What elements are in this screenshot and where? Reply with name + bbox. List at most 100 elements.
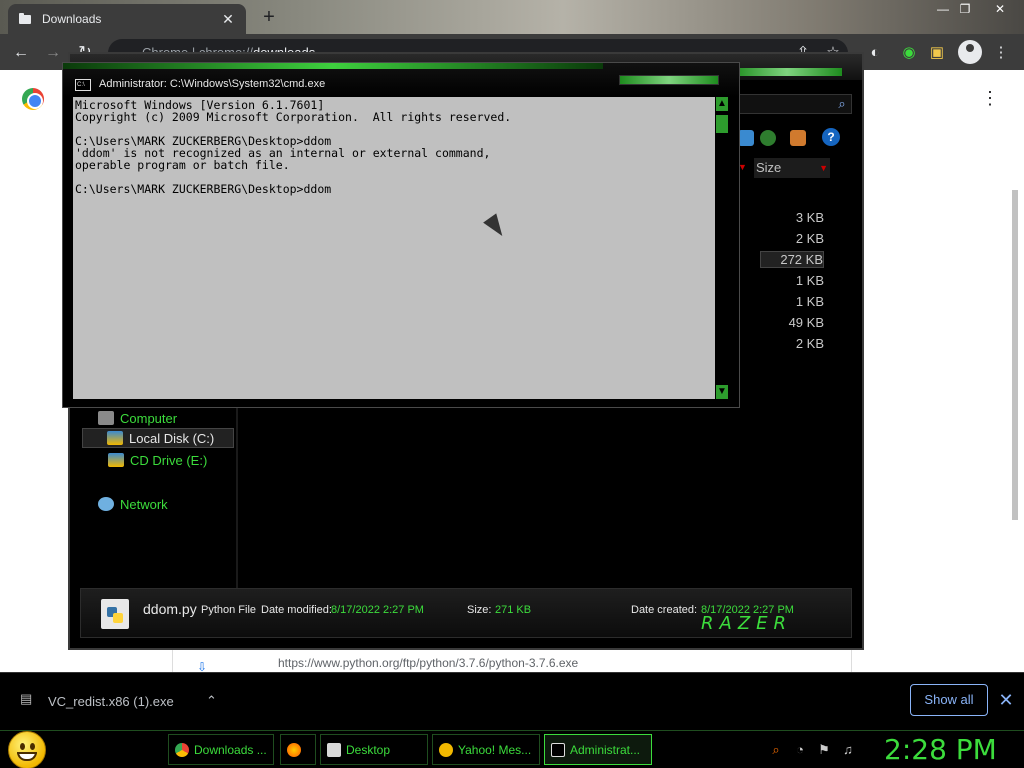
- chrome-tabstrip: Downloads ✕ + — ❐ ✕: [0, 0, 1024, 34]
- nav-label: Computer: [120, 410, 178, 426]
- chrome-icon: [175, 742, 189, 757]
- yahoo-messenger-icon: [439, 742, 453, 757]
- tab-downloads[interactable]: Downloads ✕: [8, 4, 246, 34]
- profile-avatar[interactable]: [958, 40, 982, 64]
- smiley-mouth: [17, 752, 37, 761]
- taskbar-clock[interactable]: 2:28 PM: [884, 733, 997, 766]
- exe-file-icon: ▤: [20, 691, 33, 706]
- python-file-icon: [101, 599, 129, 629]
- search-icon[interactable]: ⌕: [834, 96, 850, 112]
- details-file-type: Python File: [201, 604, 257, 616]
- file-size[interactable]: 2 KB: [760, 231, 824, 246]
- explorer-window-controls[interactable]: [732, 68, 842, 76]
- folder-icon[interactable]: [790, 130, 806, 146]
- chrome-logo-icon: [22, 88, 44, 110]
- file-size[interactable]: 1 KB: [760, 294, 824, 309]
- drive-icon: [107, 431, 123, 445]
- firefox-icon: [287, 742, 301, 757]
- chrome-menu-icon[interactable]: ⋮: [990, 42, 1012, 64]
- cd-drive-icon: [108, 453, 124, 467]
- back-arrow-icon[interactable]: ←: [10, 42, 32, 64]
- shelf-file-name[interactable]: VC_redist.x86 (1).exe: [48, 694, 174, 709]
- taskbar-label: Downloads ...: [194, 742, 267, 757]
- sidepanel-icon[interactable]: ▣: [926, 42, 948, 64]
- column-size-arrow-icon[interactable]: ▼: [819, 158, 828, 178]
- cmd-icon: C:\: [75, 79, 91, 91]
- column-size-label: Size: [756, 160, 782, 175]
- extension-icon[interactable]: ◐: [864, 42, 886, 64]
- cmd-title: Administrator: C:\Windows\System32\cmd.e…: [99, 78, 326, 90]
- network-tray-icon[interactable]: ◔: [792, 742, 808, 758]
- downloads-more-icon[interactable]: ⋮: [980, 88, 1000, 108]
- preview-icon[interactable]: [760, 130, 776, 146]
- taskbar-firefox[interactable]: [280, 734, 316, 765]
- taskbar-label: Yahoo! Mes...: [458, 742, 532, 757]
- nav-item-cd-drive[interactable]: CD Drive (E:): [108, 450, 207, 470]
- file-size[interactable]: 49 KB: [760, 315, 824, 330]
- dark-reader-icon[interactable]: ◉: [898, 42, 920, 64]
- maximize-icon[interactable]: ❐: [950, 0, 980, 20]
- details-file-name: ddom.py: [143, 601, 197, 617]
- nav-label: Network: [120, 496, 168, 512]
- details-pane: ddom.py Python File Date modified: 8/17/…: [80, 588, 852, 638]
- download-url[interactable]: https://www.python.org/ftp/python/3.7.6/…: [278, 656, 578, 670]
- razer-logo: RAZER: [701, 613, 793, 634]
- volume-icon[interactable]: ♫: [840, 742, 856, 758]
- smiley-eye: [20, 743, 25, 750]
- taskbar: Downloads ... Desktop Yahoo! Mes... Admi…: [0, 730, 1024, 768]
- scroll-up-icon[interactable]: ▲: [716, 97, 728, 111]
- pane-splitter[interactable]: [236, 406, 238, 588]
- window-close-icon[interactable]: ✕: [980, 0, 1020, 20]
- taskbar-yahoo-messenger[interactable]: Yahoo! Mes...: [432, 734, 540, 765]
- chevron-up-icon[interactable]: ⌃: [206, 693, 217, 709]
- explorer-toolbar: ?: [738, 128, 854, 148]
- desktop-icon: [327, 742, 341, 757]
- details-date-modified-value: 8/17/2022 2:27 PM: [331, 604, 424, 616]
- start-button[interactable]: [8, 731, 46, 768]
- file-size[interactable]: 3 KB: [760, 210, 824, 225]
- titlebar-stripe: [63, 63, 603, 69]
- computer-icon: [98, 411, 114, 425]
- cmd-window-controls[interactable]: [619, 75, 719, 85]
- search-icon[interactable]: ⌕: [768, 742, 784, 758]
- taskbar-chrome[interactable]: Downloads ...: [168, 734, 274, 765]
- page-scrollbar[interactable]: [1010, 138, 1020, 718]
- file-size[interactable]: 1 KB: [760, 273, 824, 288]
- details-date-modified-label: Date modified:: [261, 604, 332, 616]
- cmd-window: C:\ Administrator: C:\Windows\System32\c…: [62, 62, 740, 408]
- scroll-down-icon[interactable]: ▼: [716, 385, 728, 399]
- help-icon[interactable]: ?: [822, 128, 840, 146]
- nav-item-computer[interactable]: Computer: [98, 408, 177, 428]
- action-center-icon[interactable]: ⚑: [816, 742, 832, 758]
- nav-label: Local Disk (C:): [129, 430, 215, 446]
- download-arrow-icon: ⇩: [197, 660, 208, 674]
- cmd-titlebar[interactable]: C:\ Administrator: C:\Windows\System32\c…: [63, 63, 739, 97]
- tab-title: Downloads: [42, 12, 102, 26]
- taskbar-desktop[interactable]: Desktop: [320, 734, 428, 765]
- tab-close-icon[interactable]: ✕: [220, 11, 236, 27]
- nav-item-local-disk[interactable]: Local Disk (C:): [82, 428, 234, 448]
- file-size-selected[interactable]: 272 KB: [760, 251, 824, 268]
- close-shelf-icon[interactable]: ✕: [996, 690, 1016, 710]
- column-header-size[interactable]: Size ▼: [754, 158, 830, 178]
- scroll-thumb[interactable]: [716, 115, 728, 133]
- navigation-pane: Computer Local Disk (C:) CD Drive (E:) N…: [80, 406, 238, 586]
- new-tab-button[interactable]: +: [258, 6, 280, 28]
- folder-icon: [18, 12, 32, 26]
- cmd-icon: [551, 742, 565, 757]
- nav-label: CD Drive (E:): [130, 452, 208, 468]
- cmd-scrollbar[interactable]: ▲ ▼: [715, 97, 729, 399]
- download-shelf: ▤ VC_redist.x86 (1).exe ⌃ Show all ✕: [0, 672, 1024, 730]
- forward-arrow-icon[interactable]: →: [42, 42, 64, 64]
- nav-item-network[interactable]: Network: [98, 494, 168, 514]
- details-date-created-label: Date created:: [631, 604, 698, 616]
- details-size-value: 271 KB: [495, 604, 532, 616]
- taskbar-cmd[interactable]: Administrat...: [544, 734, 652, 765]
- view-icon[interactable]: [738, 130, 754, 146]
- details-size-label: Size:: [467, 604, 492, 616]
- cmd-console-output[interactable]: Microsoft Windows [Version 6.1.7601] Cop…: [73, 97, 715, 399]
- download-item-card: ⇩ https://www.python.org/ftp/python/3.7.…: [172, 650, 852, 674]
- smiley-eye: [30, 743, 35, 750]
- file-size[interactable]: 2 KB: [760, 336, 824, 351]
- show-all-button[interactable]: Show all: [910, 684, 988, 716]
